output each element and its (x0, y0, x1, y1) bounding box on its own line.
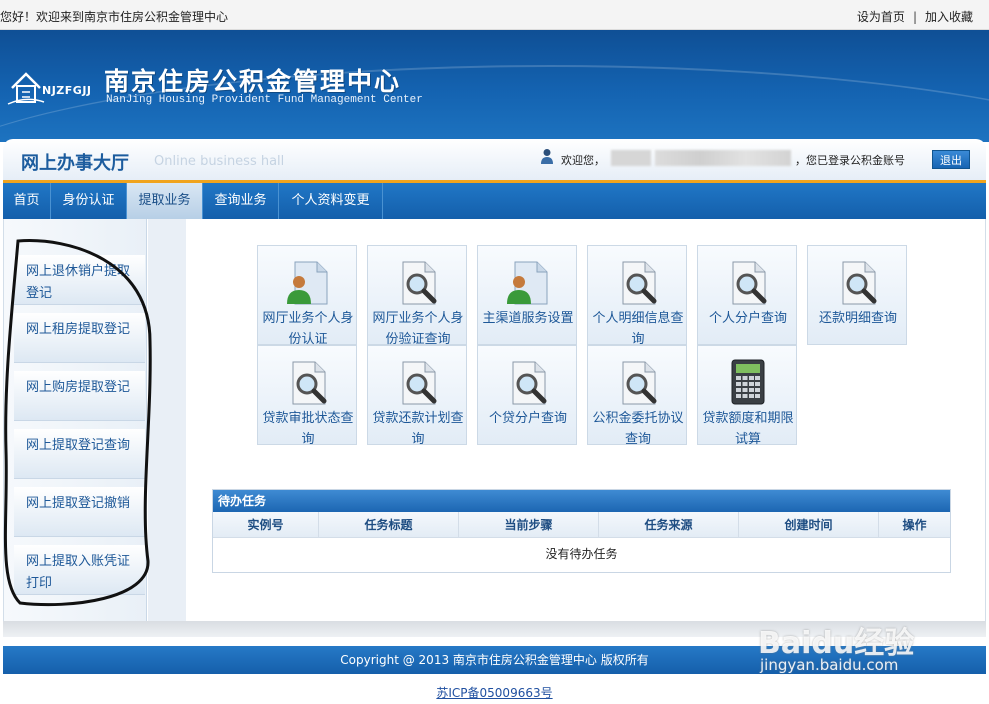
service-tile-entrust-agreement-query[interactable]: 公积金委托协议查询 (587, 345, 687, 447)
service-tile-loan-approval-query[interactable]: 贷款审批状态查询 (257, 345, 357, 447)
hall-subtitle: Online business hall (154, 154, 285, 169)
redacted-name (611, 150, 651, 166)
nav-tab-identity[interactable]: 身份认证 (51, 183, 127, 219)
welcome-text: 欢迎您， (561, 154, 605, 167)
search-doc-icon (402, 261, 437, 305)
service-tile-label: 公积金委托协议查询 (592, 411, 684, 447)
link-separator: | (912, 10, 917, 24)
service-tile-loan-calculator[interactable]: 贷款额度和期限试算 (697, 345, 797, 447)
user-icon (541, 149, 553, 164)
service-tile-channel-settings[interactable]: 主渠道服务设置 (477, 245, 577, 345)
user-doc-icon (287, 261, 328, 305)
service-tile-label: 贷款审批状态查询 (262, 411, 354, 447)
logout-button[interactable]: 退出 (932, 150, 970, 169)
service-tile-label: 个人分户查询 (708, 311, 787, 326)
site-banner: NJZFGJJ 南京住房公积金管理中心 NanJing Housing Prov… (0, 30, 989, 142)
service-tile-identity-auth[interactable]: 网厅业务个人身份认证 (257, 245, 357, 347)
footer-copyright: Copyright @ 2013 南京市住房公积金管理中心 版权所有 (3, 646, 986, 674)
column-header: 任务来源 (599, 512, 739, 538)
sidebar-item-purchase-withdrawal[interactable]: 网上购房提取登记 (14, 371, 145, 421)
service-tile-label: 个贷分户查询 (488, 411, 567, 426)
sidebar-item-label: 网上提取入账凭证打印 (26, 554, 131, 591)
sidebar: 网上退休销户提取登记 网上租房提取登记 网上购房提取登记 网上提取登记查询 网上… (4, 219, 147, 621)
sidebar-item-label: 网上购房提取登记 (26, 380, 131, 395)
search-doc-icon (292, 361, 327, 405)
search-doc-icon (622, 261, 657, 305)
sidebar-item-withdrawal-query[interactable]: 网上提取登记查询 (14, 429, 145, 479)
calculator-icon (731, 359, 765, 405)
set-home-link[interactable]: 设为首页 (857, 10, 905, 24)
service-tile-label: 个人明细信息查询 (592, 311, 684, 347)
service-tile-personal-detail-query[interactable]: 个人明细信息查询 (587, 245, 687, 347)
redacted-account (655, 150, 791, 166)
site-subtitle: NanJing Housing Provident Fund Managemen… (106, 94, 423, 106)
service-tile-label: 贷款还款计划查询 (372, 411, 464, 447)
sidebar-item-label: 网上提取登记撤销 (26, 496, 131, 511)
greeting-text: 您好！欢迎来到南京市住房公积金管理中心 (0, 10, 229, 24)
service-tile-repayment-plan-query[interactable]: 贷款还款计划查询 (367, 345, 467, 447)
search-doc-icon (402, 361, 437, 405)
content-area: 网上退休销户提取登记 网上租房提取登记 网上购房提取登记 网上提取登记查询 网上… (3, 219, 986, 621)
add-favorite-link[interactable]: 加入收藏 (925, 10, 973, 24)
service-tile-label: 网厅业务个人身份认证 (262, 311, 354, 347)
search-doc-icon (512, 361, 547, 405)
site-title: 南京住房公积金管理中心 (104, 67, 402, 96)
service-tile-account-query[interactable]: 个人分户查询 (697, 245, 797, 345)
sidebar-gutter (148, 219, 186, 621)
sidebar-item-label: 网上退休销户提取登记 (26, 264, 131, 301)
service-tile-identity-verify-query[interactable]: 网厅业务个人身份验证查询 (367, 245, 467, 347)
column-header: 实例号 (213, 512, 319, 538)
sidebar-item-voucher-print[interactable]: 网上提取入账凭证打印 (14, 545, 145, 595)
sidebar-item-withdrawal-cancel[interactable]: 网上提取登记撤销 (14, 487, 145, 537)
user-doc-icon (507, 261, 548, 305)
sidebar-item-label: 网上租房提取登记 (26, 322, 131, 337)
icp-license-link[interactable]: 苏ICP备05009663号 (0, 684, 989, 701)
pending-tasks-empty-message: 没有待办任务 (545, 547, 618, 561)
top-links: 设为首页 | 加入收藏 (857, 8, 973, 25)
search-doc-icon (622, 361, 657, 405)
logged-in-text: ，您已登录公积金账号 (795, 154, 905, 167)
service-tile-label: 主渠道服务设置 (482, 311, 574, 326)
column-header: 任务标题 (319, 512, 459, 538)
content-bottom-border (3, 621, 986, 637)
service-tile-loan-account-query[interactable]: 个贷分户查询 (477, 345, 577, 445)
pending-tasks-panel: 待办任务 实例号 任务标题 当前步骤 任务来源 创建时间 操作 没有待办任务 (212, 489, 951, 573)
search-doc-icon (842, 261, 877, 305)
logo-text: NJZFGJJ (42, 84, 92, 97)
nav-tab-withdrawal[interactable]: 提取业务 (127, 183, 203, 219)
main-nav: 首页 身份认证 提取业务 查询业务 个人资料变更 (3, 183, 986, 219)
nav-tab-profile[interactable]: 个人资料变更 (279, 183, 383, 219)
top-strip: 您好！欢迎来到南京市住房公积金管理中心 设为首页 | 加入收藏 (0, 0, 989, 30)
search-doc-icon (732, 261, 767, 305)
hall-header: 网上办事大厅 Online business hall 欢迎您， ，您已登录公积… (3, 139, 986, 183)
pending-tasks-header: 实例号 任务标题 当前步骤 任务来源 创建时间 操作 (213, 512, 950, 538)
sidebar-item-label: 网上提取登记查询 (26, 438, 131, 453)
service-tile-label: 网厅业务个人身份验证查询 (372, 311, 464, 347)
service-tile-label: 贷款额度和期限试算 (702, 411, 794, 447)
service-tile-label: 还款明细查询 (818, 311, 897, 326)
nav-tab-home[interactable]: 首页 (3, 183, 51, 219)
sidebar-item-retire-withdrawal[interactable]: 网上退休销户提取登记 (14, 255, 145, 305)
nav-tab-query[interactable]: 查询业务 (203, 183, 279, 219)
sidebar-item-rent-withdrawal[interactable]: 网上租房提取登记 (14, 313, 145, 363)
column-header: 当前步骤 (459, 512, 599, 538)
service-tile-repayment-detail-query[interactable]: 还款明细查询 (807, 245, 907, 345)
column-header: 创建时间 (739, 512, 879, 538)
column-header: 操作 (902, 518, 927, 532)
pending-tasks-title: 待办任务 (213, 490, 950, 512)
hall-title: 网上办事大厅 (21, 153, 129, 174)
